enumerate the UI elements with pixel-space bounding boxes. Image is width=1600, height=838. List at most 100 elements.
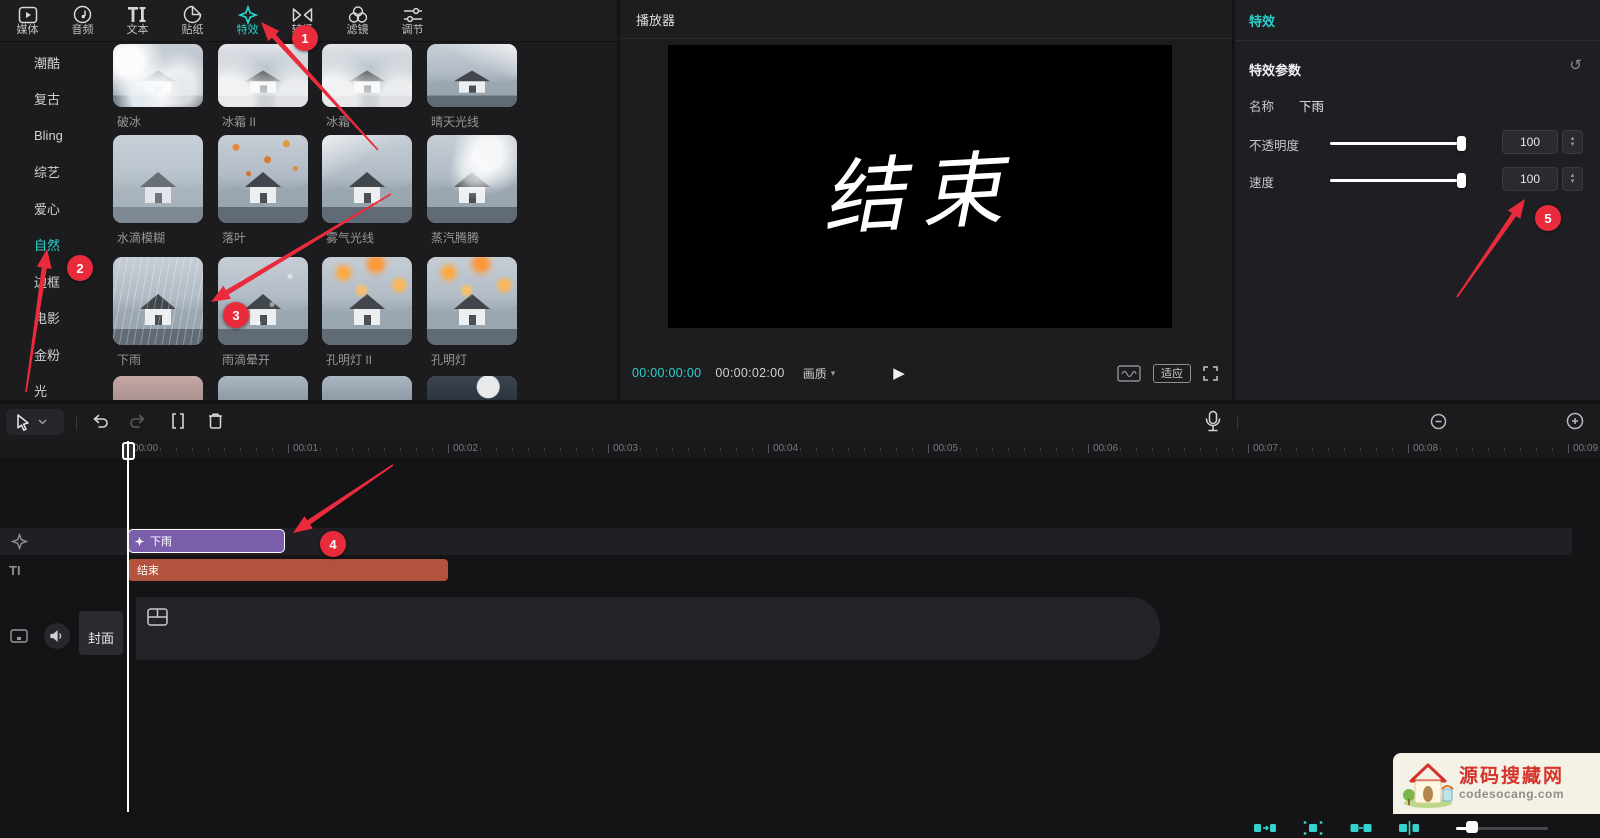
toolbar-tab-audio[interactable]: 音频	[55, 0, 110, 41]
zoom-out-icon[interactable]	[1430, 413, 1447, 430]
category-item[interactable]: Bling	[0, 117, 110, 154]
timeline-ruler[interactable]: 00:0000:0100:0200:0300:0400:0500:0600:07…	[0, 440, 1600, 458]
ruler-minor-tick	[640, 448, 641, 451]
toolbar-tab-media[interactable]: 媒体	[0, 0, 55, 41]
toolbar-tab-effects[interactable]: 特效	[220, 0, 275, 41]
ruler-minor-tick	[688, 448, 689, 451]
toolbar-tab-filter[interactable]: 滤镜	[330, 0, 385, 41]
param-stepper[interactable]: ▴▾	[1562, 167, 1583, 191]
timeline-zoom-slider-handle[interactable]	[1466, 821, 1478, 833]
effect-thumb-partial[interactable]	[113, 376, 203, 400]
effect-track-icon	[11, 533, 28, 550]
cursor-tool-icon[interactable]	[14, 413, 31, 431]
mute-track-button[interactable]	[44, 623, 70, 649]
param-value-input[interactable]: 100	[1502, 167, 1558, 191]
effect-thumb-lantern[interactable]	[427, 257, 517, 345]
effect-thumb-frost[interactable]	[322, 44, 412, 107]
stepper-down-icon[interactable]: ▾	[1571, 142, 1575, 148]
ruler-minor-tick	[400, 448, 401, 451]
auto-snap-toggle-icon[interactable]	[1250, 818, 1280, 838]
effect-thumb-steam[interactable]	[427, 135, 517, 223]
ruler-minor-tick	[336, 448, 337, 451]
filter-icon	[348, 6, 368, 24]
fullscreen-icon[interactable]	[1203, 366, 1218, 381]
ruler-time-label: 00:05	[933, 443, 958, 454]
effect-thumb-partial[interactable]	[218, 376, 308, 400]
param-slider-handle[interactable]	[1457, 173, 1466, 188]
cover-button[interactable]: 封面	[79, 611, 123, 655]
effect-thumb-sunbeam[interactable]	[427, 44, 517, 107]
effect-thumb-raindrop[interactable]	[218, 257, 308, 345]
param-value-input[interactable]: 100	[1502, 130, 1558, 154]
effect-thumb-partial[interactable]	[427, 376, 517, 400]
toolbar-tab-sticker[interactable]: 贴纸	[165, 0, 220, 41]
effect-thumb-rain[interactable]	[113, 257, 203, 345]
category-item[interactable]: 爱心	[0, 190, 110, 227]
effect-thumb-partial[interactable]	[322, 376, 412, 400]
category-item[interactable]: 自然	[0, 227, 110, 264]
adjust-icon	[403, 6, 423, 24]
waveform-icon[interactable]	[1117, 365, 1141, 382]
category-item[interactable]: 电影	[0, 300, 110, 337]
effect-thumb-fogbeam[interactable]	[322, 135, 412, 223]
timeline-text-clip[interactable]: 结束	[128, 559, 448, 581]
effect-thumb-lantern[interactable]	[322, 257, 412, 345]
select-tool-group[interactable]	[6, 409, 64, 435]
effect-thumb-blur[interactable]	[113, 135, 203, 223]
watermark-title: 源码搜藏网	[1459, 766, 1564, 787]
category-item[interactable]: 潮酷	[0, 44, 110, 81]
category-item[interactable]: 综艺	[0, 154, 110, 191]
ruler-time-label: 00:03	[613, 443, 638, 454]
timeline-effect-clip[interactable]: 下雨	[128, 529, 285, 553]
split-icon[interactable]	[168, 411, 188, 431]
param-row-speed: 速度100▴▾	[1235, 167, 1600, 193]
effect-overlay	[427, 135, 517, 223]
param-slider[interactable]	[1330, 142, 1462, 145]
video-preview[interactable]: 结束	[668, 45, 1172, 328]
play-button[interactable]: ▶	[882, 356, 916, 390]
ruler-tick	[288, 444, 289, 453]
capcut-app: { "top_toolbar": { "tabs": [ {"label": "…	[0, 0, 1600, 814]
effect-name: 冰霜	[326, 113, 350, 130]
quality-dropdown[interactable]: 画质 ▾	[803, 365, 836, 382]
ruler-minor-tick	[896, 448, 897, 451]
hide-video-track-icon[interactable]	[10, 629, 28, 643]
category-item[interactable]: 边框	[0, 263, 110, 300]
reset-icon[interactable]: ↺	[1569, 56, 1582, 74]
ruler-time-label: 00:04	[773, 443, 798, 454]
playhead-handle[interactable]	[122, 442, 135, 460]
redo-icon[interactable]	[128, 411, 148, 431]
ruler-minor-tick	[496, 448, 497, 451]
zoom-in-icon[interactable]	[1566, 412, 1584, 430]
effect-overlay	[113, 44, 203, 107]
ruler-tick	[1248, 444, 1249, 453]
effect-thumb-frost[interactable]	[218, 44, 308, 107]
delete-icon[interactable]	[206, 411, 225, 431]
stepper-down-icon[interactable]: ▾	[1571, 179, 1575, 185]
undo-icon[interactable]	[90, 411, 110, 431]
param-slider-handle[interactable]	[1457, 136, 1466, 151]
param-slider[interactable]	[1330, 179, 1462, 182]
param-stepper[interactable]: ▴▾	[1562, 130, 1583, 154]
watermark-badge: 源码搜藏网 codesocang.com	[1393, 753, 1600, 814]
effect-name: 蒸汽腾腾	[431, 229, 479, 246]
inspector-tab-effects[interactable]: 特效	[1249, 11, 1275, 30]
main-track-magnet-toggle-icon[interactable]	[1394, 818, 1424, 838]
add-media-track-icon[interactable]	[147, 608, 168, 626]
ruler-minor-tick	[720, 448, 721, 451]
toolbar-tab-label: 音频	[72, 25, 94, 36]
effect-thumb-ice[interactable]	[113, 44, 203, 107]
microphone-icon[interactable]	[1204, 410, 1222, 433]
param-label: 不透明度	[1249, 135, 1299, 154]
ruler-minor-tick	[384, 448, 385, 451]
toolbar-tab-text[interactable]: 文本	[110, 0, 165, 41]
category-item[interactable]: 金粉	[0, 336, 110, 373]
toolbar-tab-label: 媒体	[17, 25, 39, 36]
fit-button[interactable]: 适应	[1153, 364, 1191, 383]
category-item[interactable]: 复古	[0, 81, 110, 118]
toolbar-tab-adjust[interactable]: 调节	[385, 0, 440, 41]
linkage-toggle-icon[interactable]	[1298, 818, 1328, 838]
effect-thumb-leaves[interactable]	[218, 135, 308, 223]
preview-axis-toggle-icon[interactable]	[1346, 818, 1376, 838]
chevron-down-icon[interactable]	[38, 419, 47, 425]
